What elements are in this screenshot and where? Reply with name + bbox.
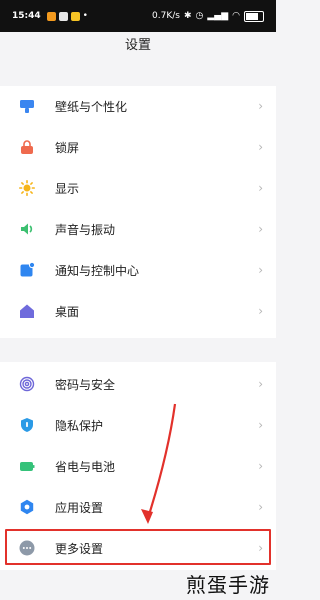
status-bar-right: 0.7K/s ✱ ◷ ▂▄▆ ◠ 83: [152, 10, 264, 22]
app-notification-icon: [46, 11, 56, 21]
status-bar-left: 15:44 •: [12, 11, 88, 21]
chevron-right-icon: ›: [258, 222, 263, 236]
privacy-shield-icon: [18, 416, 36, 434]
setting-item-label: 省电与电池: [55, 459, 116, 474]
network-speed: 0.7K/s: [152, 11, 180, 21]
more-notifications-icon: •: [82, 11, 88, 21]
app-notification-icon: [58, 11, 68, 21]
wifi-icon: ◠: [232, 11, 240, 21]
setting-item-desktop[interactable]: 桌面 ›: [0, 291, 276, 331]
setting-item-label: 密码与安全: [55, 377, 116, 392]
chevron-right-icon: ›: [258, 263, 263, 277]
status-bar: 15:44 • 0.7K/s ✱ ◷ ▂▄▆ ◠ 83: [0, 0, 276, 32]
setting-item-battery[interactable]: 省电与电池 ›: [0, 446, 276, 486]
notification-icon: [18, 261, 36, 279]
chevron-right-icon: ›: [258, 418, 263, 432]
setting-item-label: 隐私保护: [55, 418, 104, 433]
alarm-icon: ◷: [195, 11, 204, 21]
chevron-right-icon: ›: [258, 181, 263, 195]
setting-item-sound[interactable]: 声音与振动 ›: [0, 209, 276, 249]
setting-item-password-security[interactable]: 密码与安全 ›: [0, 364, 276, 404]
watermark: 煎蛋手游: [186, 573, 270, 597]
app-notification-icon: [70, 11, 80, 21]
setting-item-display[interactable]: 显示 ›: [0, 168, 276, 208]
setting-item-label: 声音与振动: [55, 222, 116, 237]
fingerprint-icon: [18, 375, 36, 393]
battery-icon: [18, 457, 36, 475]
battery-indicator-icon: [244, 10, 264, 22]
sun-icon: [18, 179, 36, 197]
setting-item-app-settings[interactable]: 应用设置 ›: [0, 487, 276, 527]
page-title: 设置: [124, 38, 151, 53]
signal-icon: ▂▄▆: [207, 11, 229, 21]
gear-icon: [18, 498, 36, 516]
chevron-right-icon: ›: [258, 377, 263, 391]
setting-item-privacy[interactable]: 隐私保护 ›: [0, 405, 276, 445]
chevron-right-icon: ›: [258, 140, 263, 154]
home-icon: [18, 302, 36, 320]
setting-item-wallpaper[interactable]: 壁纸与个性化 ›: [0, 86, 276, 126]
setting-item-notifications[interactable]: 通知与控制中心 ›: [0, 250, 276, 290]
wallpaper-icon: [18, 97, 36, 115]
setting-item-label: 壁纸与个性化: [55, 99, 128, 114]
setting-item-label: 显示: [55, 181, 80, 196]
chevron-right-icon: ›: [258, 459, 263, 473]
setting-item-label: 应用设置: [55, 500, 104, 515]
setting-item-label: 通知与控制中心: [55, 263, 140, 278]
setting-item-label: 桌面: [55, 304, 80, 319]
annotation-highlight-box: [5, 529, 271, 565]
chevron-right-icon: ›: [258, 304, 263, 318]
setting-item-label: 锁屏: [55, 140, 80, 155]
bluetooth-icon: ✱: [183, 11, 192, 21]
settings-group-personalization: 壁纸与个性化 › 锁屏 › 显示 › 声音与振动 › 通知与控制中心 › 桌面 …: [0, 86, 276, 338]
chevron-right-icon: ›: [258, 99, 263, 113]
setting-item-lock-screen[interactable]: 锁屏 ›: [0, 127, 276, 167]
speaker-icon: [18, 220, 36, 238]
lock-icon: [18, 138, 36, 156]
chevron-right-icon: ›: [258, 500, 263, 514]
status-time: 15:44: [12, 11, 41, 21]
